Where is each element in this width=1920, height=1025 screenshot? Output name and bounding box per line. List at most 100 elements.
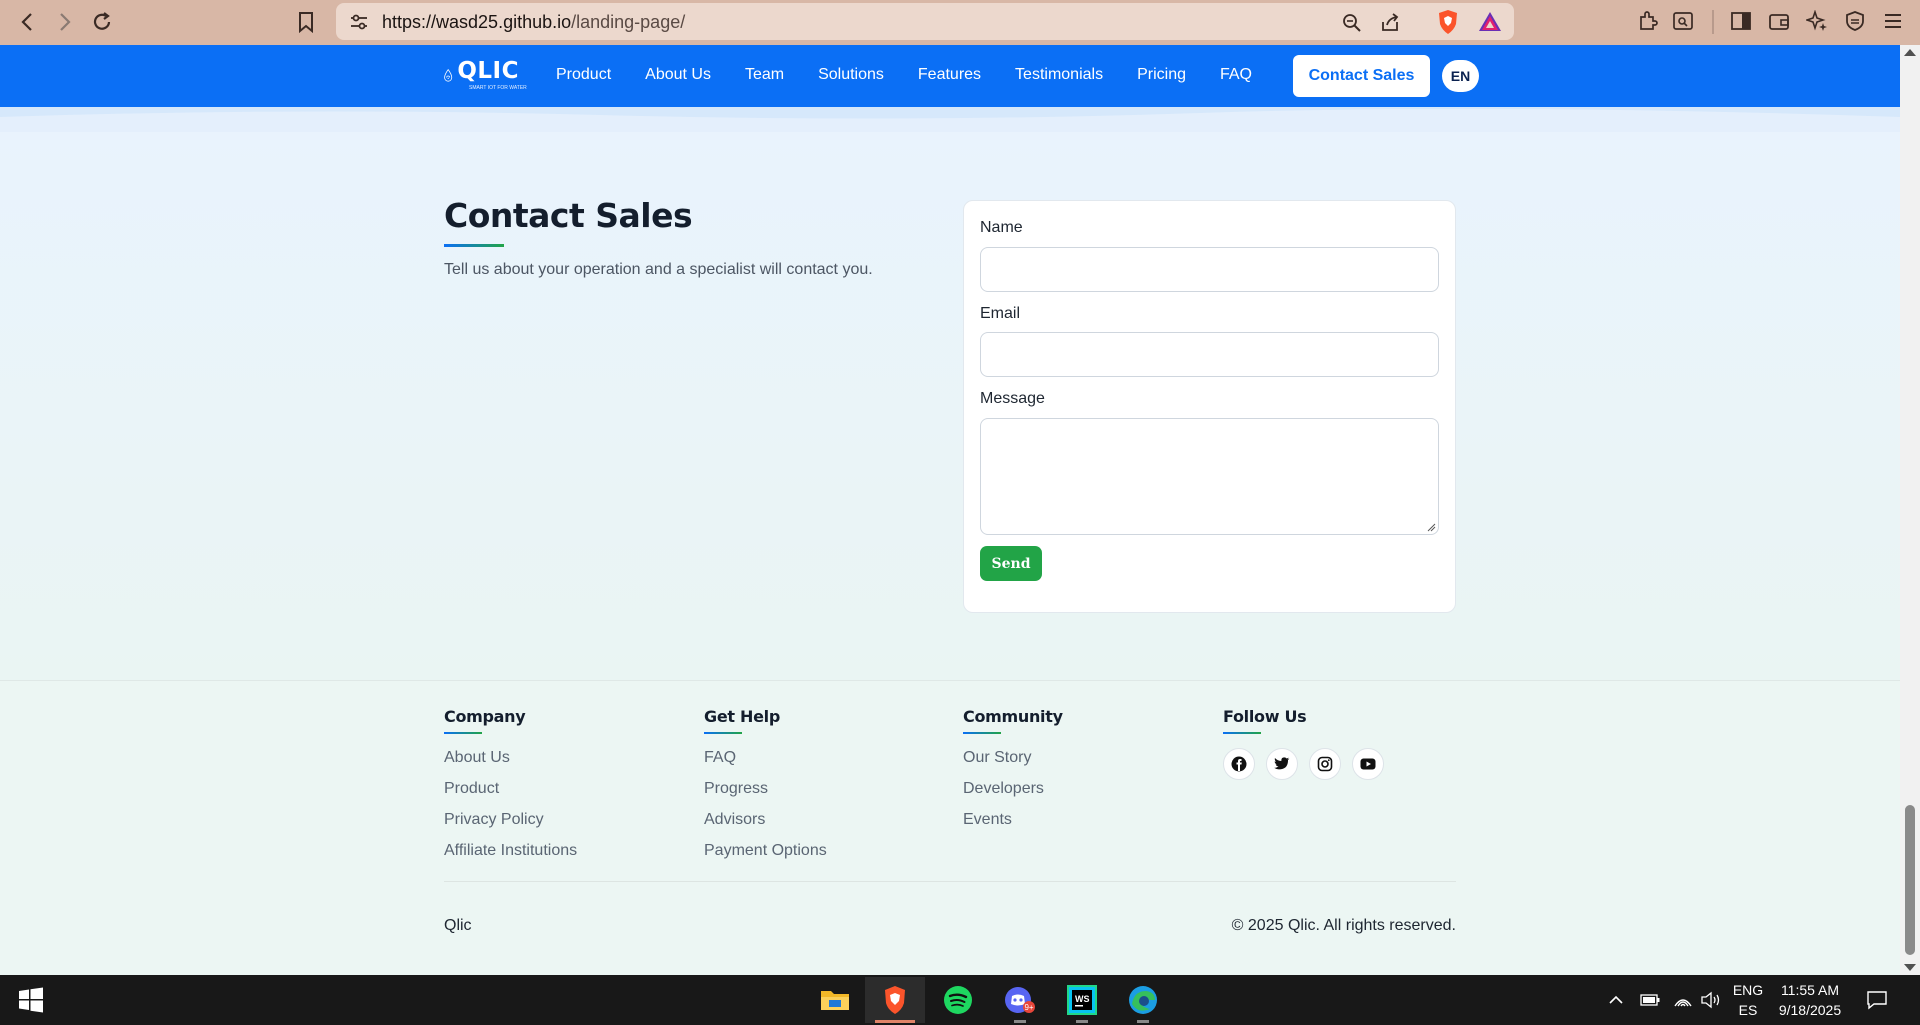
footer-title-underline bbox=[444, 732, 482, 734]
footer-col-follow-us: Follow Us bbox=[1223, 707, 1384, 780]
clock-time: 11:55 AM bbox=[1780, 982, 1840, 998]
contact-sales-button[interactable]: Contact Sales bbox=[1293, 55, 1430, 97]
wallet-icon[interactable] bbox=[1764, 6, 1794, 36]
extensions-icon[interactable] bbox=[1632, 6, 1662, 36]
page-scrollbar[interactable] bbox=[1900, 45, 1920, 975]
email-input[interactable] bbox=[980, 332, 1439, 377]
nav-solutions[interactable]: Solutions bbox=[818, 66, 884, 84]
webstorm-icon[interactable]: WS bbox=[1052, 977, 1112, 1023]
footer-link[interactable]: Product bbox=[444, 779, 577, 810]
nav-product[interactable]: Product bbox=[556, 66, 611, 84]
sidebar-icon[interactable] bbox=[1726, 6, 1756, 36]
copyright: © 2025 Qlic. All rights reserved. bbox=[1231, 917, 1456, 934]
footer-link[interactable]: Events bbox=[963, 810, 1063, 841]
footer-title-underline bbox=[963, 732, 1001, 734]
back-arrow-icon[interactable] bbox=[10, 4, 46, 40]
footer-title-underline bbox=[1223, 732, 1261, 734]
bookmark-icon[interactable] bbox=[288, 4, 324, 40]
footer-col-company: Company About Us Product Privacy Policy … bbox=[444, 707, 577, 872]
wifi-icon[interactable] bbox=[1673, 975, 1693, 1025]
vpn-shield-icon[interactable] bbox=[1840, 6, 1870, 36]
section-title: Contact Sales bbox=[444, 196, 693, 235]
browser-toolbar: https://wasd25.github.io/landing-page/ bbox=[0, 0, 1920, 45]
instagram-icon[interactable] bbox=[1309, 748, 1341, 780]
nav-faq[interactable]: FAQ bbox=[1220, 66, 1252, 84]
battery-icon[interactable] bbox=[1640, 975, 1660, 1025]
main-nav-links: Product About Us Team Solutions Features… bbox=[556, 66, 1286, 84]
resize-grip-icon[interactable] bbox=[1426, 522, 1436, 532]
file-explorer-icon[interactable] bbox=[805, 977, 865, 1023]
send-button[interactable]: Send bbox=[980, 546, 1042, 581]
reader-mode-icon[interactable] bbox=[1668, 6, 1698, 36]
contact-form: Name Email Message Send bbox=[963, 200, 1456, 613]
section-lead: Tell us about your operation and a speci… bbox=[444, 261, 873, 278]
zoom-icon[interactable] bbox=[1338, 9, 1366, 37]
volume-icon[interactable] bbox=[1700, 975, 1722, 1025]
spotify-icon[interactable] bbox=[928, 977, 988, 1023]
svg-text:9+: 9+ bbox=[1024, 1003, 1033, 1012]
footer-col-title: Get Help bbox=[704, 707, 780, 726]
site-settings-icon[interactable] bbox=[346, 9, 372, 35]
nav-features[interactable]: Features bbox=[918, 66, 981, 84]
footer-link[interactable]: Payment Options bbox=[704, 841, 827, 872]
youtube-icon[interactable] bbox=[1352, 748, 1384, 780]
clock[interactable]: 11:55 AM 9/18/2025 bbox=[1772, 980, 1848, 1020]
scroll-down-arrow-icon[interactable] bbox=[1904, 964, 1916, 971]
nav-team[interactable]: Team bbox=[745, 66, 784, 84]
discord-icon[interactable]: 9+ bbox=[990, 977, 1050, 1023]
water-drop-icon bbox=[444, 68, 453, 82]
footer-link[interactable]: Our Story bbox=[963, 748, 1063, 779]
nav-about-us[interactable]: About Us bbox=[645, 66, 711, 84]
url-host: https://wasd25.github.io bbox=[382, 12, 572, 32]
footer-link[interactable]: Affiliate Institutions bbox=[444, 841, 577, 872]
footer-col-community: Community Our Story Developers Events bbox=[963, 707, 1063, 841]
reload-icon[interactable] bbox=[84, 4, 120, 40]
svg-text:WS: WS bbox=[1075, 994, 1090, 1004]
address-bar[interactable]: https://wasd25.github.io/landing-page/ bbox=[336, 3, 1514, 40]
site-footer: Company About Us Product Privacy Policy … bbox=[0, 680, 1900, 975]
message-label: Message bbox=[980, 390, 1045, 407]
logo-text: QLIC bbox=[457, 58, 519, 84]
forward-arrow-icon[interactable] bbox=[46, 4, 82, 40]
edge-icon[interactable] bbox=[1113, 977, 1173, 1023]
title-underline bbox=[444, 244, 504, 247]
brave-icon[interactable] bbox=[865, 977, 925, 1023]
menu-icon[interactable] bbox=[1878, 6, 1908, 36]
contact-section bbox=[0, 132, 1900, 680]
footer-link[interactable]: About Us bbox=[444, 748, 577, 779]
toolbar-separator bbox=[1712, 10, 1714, 34]
footer-link[interactable]: Privacy Policy bbox=[444, 810, 577, 841]
windows-start-icon[interactable] bbox=[10, 985, 50, 1015]
nav-testimonials[interactable]: Testimonials bbox=[1015, 66, 1103, 84]
windows-taskbar: 9+ WS ENG ES 11:55 AM 9/18/2025 bbox=[0, 975, 1920, 1025]
notifications-icon[interactable] bbox=[1866, 975, 1888, 1025]
message-textarea[interactable] bbox=[980, 418, 1439, 535]
keyboard-layout: ES bbox=[1738, 1002, 1758, 1018]
brave-rewards-icon[interactable] bbox=[1476, 8, 1504, 36]
section-wave-divider bbox=[0, 107, 1900, 132]
facebook-icon[interactable] bbox=[1223, 748, 1255, 780]
input-language-indicator[interactable]: ENG ES bbox=[1730, 980, 1766, 1020]
footer-link[interactable]: Developers bbox=[963, 779, 1063, 810]
footer-col-title: Company bbox=[444, 707, 526, 726]
url-path: /landing-page/ bbox=[571, 12, 686, 32]
site-logo[interactable]: QLIC SMART IOT FOR WATER bbox=[443, 55, 527, 97]
share-icon[interactable] bbox=[1376, 9, 1404, 37]
brave-shields-icon[interactable] bbox=[1434, 8, 1462, 36]
tray-overflow-icon[interactable] bbox=[1608, 975, 1624, 1025]
name-input[interactable] bbox=[980, 247, 1439, 292]
language-toggle[interactable]: EN bbox=[1442, 60, 1479, 92]
name-label: Name bbox=[980, 219, 1023, 236]
footer-link[interactable]: FAQ bbox=[704, 748, 827, 779]
footer-brand: Qlic bbox=[444, 917, 472, 934]
leo-ai-icon[interactable] bbox=[1802, 6, 1832, 36]
scrollbar-thumb[interactable] bbox=[1905, 805, 1915, 955]
url-text[interactable]: https://wasd25.github.io/landing-page/ bbox=[382, 12, 685, 33]
footer-divider bbox=[444, 881, 1456, 882]
nav-pricing[interactable]: Pricing bbox=[1137, 66, 1186, 84]
footer-link[interactable]: Progress bbox=[704, 779, 827, 810]
footer-link[interactable]: Advisors bbox=[704, 810, 827, 841]
footer-col-title: Follow Us bbox=[1223, 707, 1307, 726]
scroll-up-arrow-icon[interactable] bbox=[1904, 49, 1916, 56]
twitter-icon[interactable] bbox=[1266, 748, 1298, 780]
